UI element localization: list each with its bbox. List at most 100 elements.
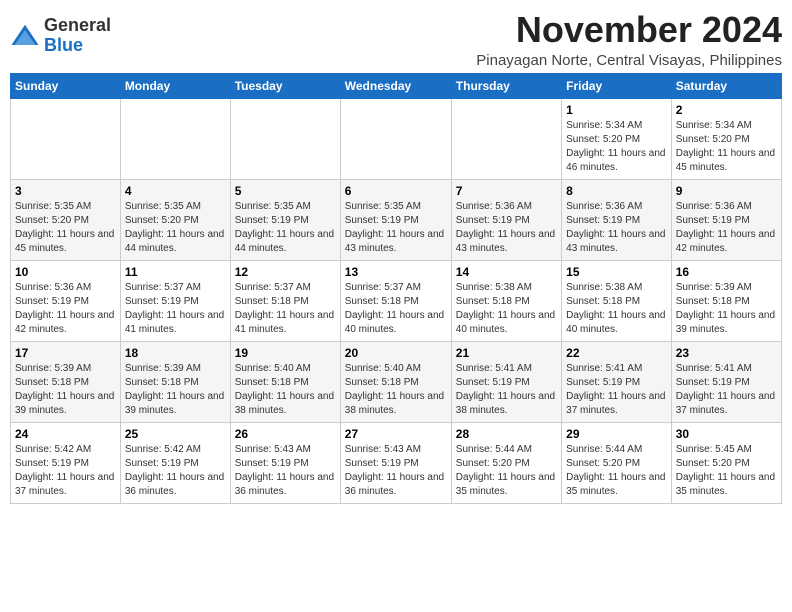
calendar-cell: 9Sunrise: 5:36 AM Sunset: 5:19 PM Daylig… [671,179,781,260]
calendar-cell: 30Sunrise: 5:45 AM Sunset: 5:20 PM Dayli… [671,422,781,503]
week-row-1: 1 Sunrise: 5:34 AM Sunset: 5:20 PM Daylig… [11,98,782,179]
day-number: 10 [15,265,116,279]
week-row-2: 3 Sunrise: 5:35 AM Sunset: 5:20 PM Daylig… [11,179,782,260]
calendar-cell: 16 Sunrise: 5:39 AM Sunset: 5:18 PM Dayli… [671,260,781,341]
month-title: November 2024 [476,10,782,50]
day-number: 2 [676,103,777,117]
calendar-cell: 24 Sunrise: 5:42 AM Sunset: 5:19 PM Dayli… [11,422,121,503]
day-number: 18 [125,346,226,360]
day-info: Sunrise: 5:36 AM Sunset: 5:19 PM Dayligh… [15,281,116,337]
logo-general: General [44,15,111,35]
day-number: 5 [235,184,336,198]
calendar-cell: 7 Sunrise: 5:36 AM Sunset: 5:19 PM Daylig… [451,179,561,260]
day-info: Sunrise: 5:37 AM Sunset: 5:18 PM Dayligh… [235,281,336,337]
day-number: 4 [125,184,226,198]
day-info: Sunrise: 5:41 AM Sunset: 5:19 PM Dayligh… [676,362,777,418]
logo-text: General Blue [44,16,111,56]
week-row-5: 24 Sunrise: 5:42 AM Sunset: 5:19 PM Dayli… [11,422,782,503]
day-info: Sunrise: 5:42 AM Sunset: 5:19 PM Dayligh… [125,443,226,499]
header-day-monday: Monday [120,73,230,98]
day-info: Sunrise: 5:35 AM Sunset: 5:19 PM Dayligh… [345,200,447,256]
logo-blue: Blue [44,35,83,55]
day-number: 6 [345,184,447,198]
title-block: November 2024 Pinayagan Norte, Central V… [476,10,782,69]
day-info: Sunrise: 5:40 AM Sunset: 5:18 PM Dayligh… [345,362,447,418]
calendar-cell: 2Sunrise: 5:34 AM Sunset: 5:20 PM Daylig… [671,98,781,179]
day-info: Sunrise: 5:42 AM Sunset: 5:19 PM Dayligh… [15,443,116,499]
day-info: Sunrise: 5:35 AM Sunset: 5:19 PM Dayligh… [235,200,336,256]
calendar-cell [120,98,230,179]
day-info: Sunrise: 5:39 AM Sunset: 5:18 PM Dayligh… [125,362,226,418]
day-number: 8 [566,184,667,198]
header-day-thursday: Thursday [451,73,561,98]
day-info: Sunrise: 5:41 AM Sunset: 5:19 PM Dayligh… [566,362,667,418]
calendar-cell: 8 Sunrise: 5:36 AM Sunset: 5:19 PM Daylig… [562,179,672,260]
day-number: 25 [125,427,226,441]
day-info: Sunrise: 5:36 AM Sunset: 5:19 PM Dayligh… [566,200,667,256]
week-row-3: 10 Sunrise: 5:36 AM Sunset: 5:19 PM Dayli… [11,260,782,341]
calendar-cell: 3 Sunrise: 5:35 AM Sunset: 5:20 PM Daylig… [11,179,121,260]
calendar-cell [451,98,561,179]
calendar-cell: 13Sunrise: 5:37 AM Sunset: 5:18 PM Dayli… [340,260,451,341]
calendar-cell: 15 Sunrise: 5:38 AM Sunset: 5:18 PM Dayli… [562,260,672,341]
week-row-4: 17 Sunrise: 5:39 AM Sunset: 5:18 PM Dayli… [11,341,782,422]
calendar-cell [340,98,451,179]
calendar-cell: 11 Sunrise: 5:37 AM Sunset: 5:19 PM Dayli… [120,260,230,341]
calendar-cell: 25 Sunrise: 5:42 AM Sunset: 5:19 PM Dayli… [120,422,230,503]
day-info: Sunrise: 5:39 AM Sunset: 5:18 PM Dayligh… [676,281,777,337]
calendar-cell: 4Sunrise: 5:35 AM Sunset: 5:20 PM Daylig… [120,179,230,260]
day-number: 9 [676,184,777,198]
calendar-cell: 19 Sunrise: 5:40 AM Sunset: 5:18 PM Dayli… [230,341,340,422]
calendar-cell: 21Sunrise: 5:41 AM Sunset: 5:19 PM Dayli… [451,341,561,422]
day-info: Sunrise: 5:39 AM Sunset: 5:18 PM Dayligh… [15,362,116,418]
day-info: Sunrise: 5:36 AM Sunset: 5:19 PM Dayligh… [456,200,557,256]
day-number: 7 [456,184,557,198]
day-info: Sunrise: 5:45 AM Sunset: 5:20 PM Dayligh… [676,443,777,499]
day-number: 16 [676,265,777,279]
day-number: 27 [345,427,447,441]
header-day-wednesday: Wednesday [340,73,451,98]
calendar-cell: 20 Sunrise: 5:40 AM Sunset: 5:18 PM Dayli… [340,341,451,422]
day-number: 20 [345,346,447,360]
day-info: Sunrise: 5:40 AM Sunset: 5:18 PM Dayligh… [235,362,336,418]
calendar-cell [11,98,121,179]
calendar-cell: 5 Sunrise: 5:35 AM Sunset: 5:19 PM Daylig… [230,179,340,260]
calendar-cell: 23Sunrise: 5:41 AM Sunset: 5:19 PM Dayli… [671,341,781,422]
day-info: Sunrise: 5:34 AM Sunset: 5:20 PM Dayligh… [566,119,667,175]
calendar-cell: 22Sunrise: 5:41 AM Sunset: 5:19 PM Dayli… [562,341,672,422]
header-day-tuesday: Tuesday [230,73,340,98]
day-number: 21 [456,346,557,360]
day-number: 11 [125,265,226,279]
calendar-cell: 12Sunrise: 5:37 AM Sunset: 5:18 PM Dayli… [230,260,340,341]
day-number: 28 [456,427,557,441]
calendar-cell: 17 Sunrise: 5:39 AM Sunset: 5:18 PM Dayli… [11,341,121,422]
day-number: 1 [566,103,667,117]
day-info: Sunrise: 5:37 AM Sunset: 5:18 PM Dayligh… [345,281,447,337]
day-number: 19 [235,346,336,360]
day-number: 15 [566,265,667,279]
calendar-cell: 18 Sunrise: 5:39 AM Sunset: 5:18 PM Dayli… [120,341,230,422]
day-number: 24 [15,427,116,441]
location-title: Pinayagan Norte, Central Visayas, Philip… [476,52,782,69]
day-info: Sunrise: 5:44 AM Sunset: 5:20 PM Dayligh… [456,443,557,499]
header-day-friday: Friday [562,73,672,98]
logo-icon [10,21,40,51]
calendar-cell: 29Sunrise: 5:44 AM Sunset: 5:20 PM Dayli… [562,422,672,503]
calendar-cell: 26 Sunrise: 5:43 AM Sunset: 5:19 PM Dayli… [230,422,340,503]
day-info: Sunrise: 5:38 AM Sunset: 5:18 PM Dayligh… [566,281,667,337]
calendar-cell [230,98,340,179]
calendar-cell: 28 Sunrise: 5:44 AM Sunset: 5:20 PM Dayli… [451,422,561,503]
day-info: Sunrise: 5:38 AM Sunset: 5:18 PM Dayligh… [456,281,557,337]
day-number: 3 [15,184,116,198]
day-number: 26 [235,427,336,441]
day-info: Sunrise: 5:44 AM Sunset: 5:20 PM Dayligh… [566,443,667,499]
day-info: Sunrise: 5:43 AM Sunset: 5:19 PM Dayligh… [235,443,336,499]
day-number: 14 [456,265,557,279]
calendar-cell: 10 Sunrise: 5:36 AM Sunset: 5:19 PM Dayli… [11,260,121,341]
day-info: Sunrise: 5:37 AM Sunset: 5:19 PM Dayligh… [125,281,226,337]
calendar-cell: 6 Sunrise: 5:35 AM Sunset: 5:19 PM Daylig… [340,179,451,260]
calendar-cell: 1 Sunrise: 5:34 AM Sunset: 5:20 PM Daylig… [562,98,672,179]
logo: General Blue [10,16,111,56]
day-info: Sunrise: 5:35 AM Sunset: 5:20 PM Dayligh… [15,200,116,256]
day-number: 17 [15,346,116,360]
